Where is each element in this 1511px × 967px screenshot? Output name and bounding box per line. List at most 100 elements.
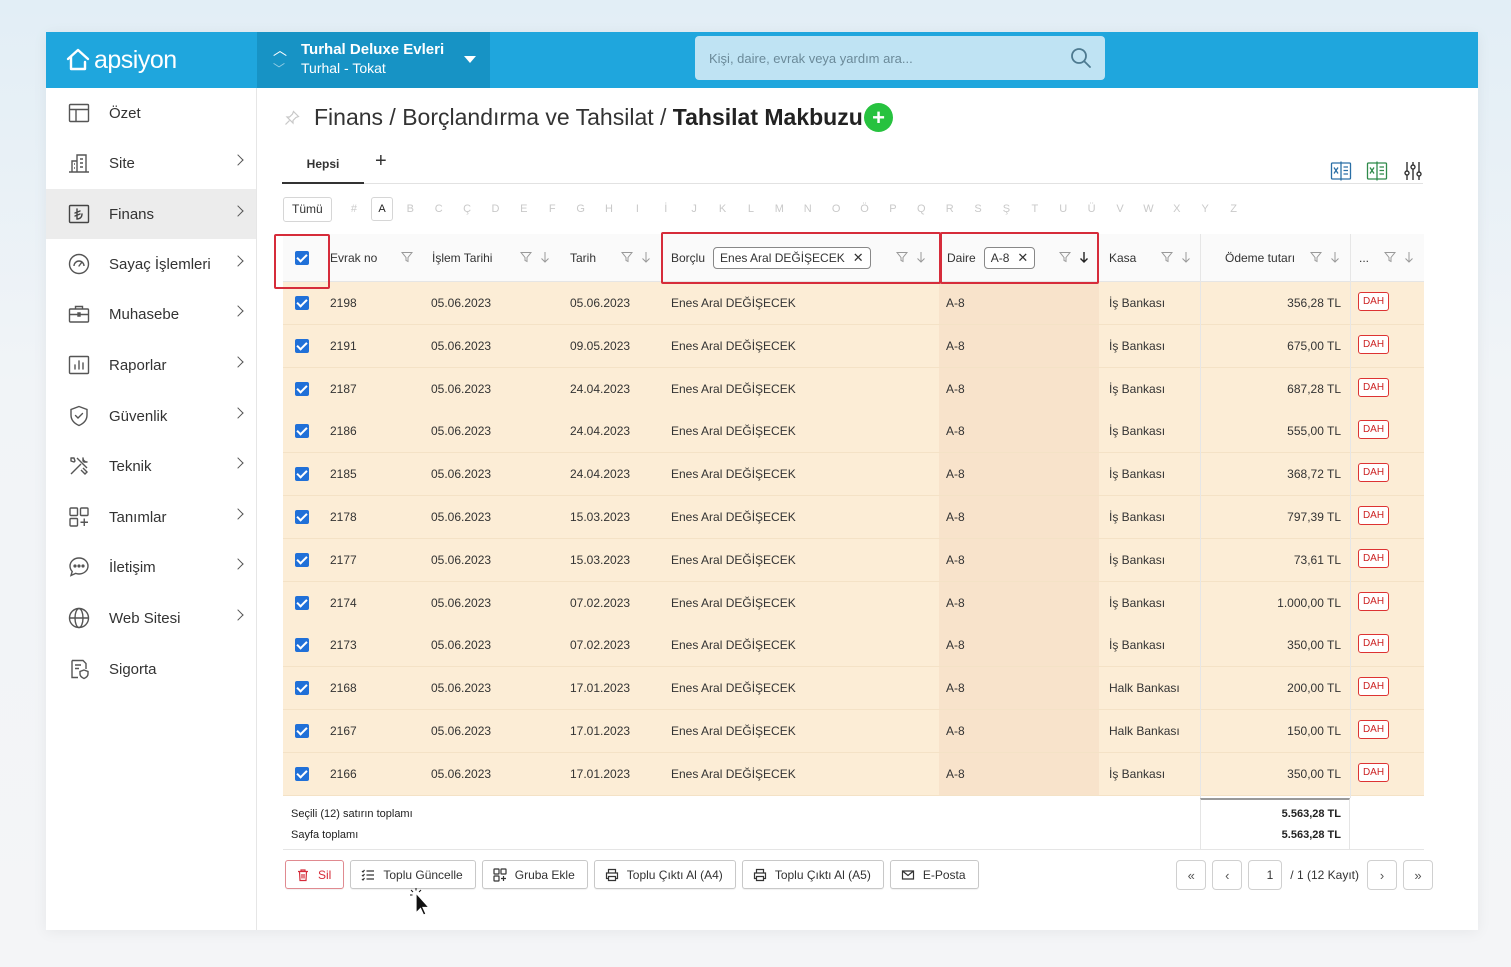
filter-icon[interactable] bbox=[1310, 251, 1322, 263]
filter-icon[interactable] bbox=[401, 251, 413, 263]
sidebar-item-web-sitesi[interactable]: Web Sitesi bbox=[46, 593, 256, 643]
caret-down-icon[interactable] bbox=[464, 56, 476, 63]
bulk-update-button[interactable]: Toplu Güncelle bbox=[350, 860, 476, 889]
sort-arrow-icon[interactable] bbox=[540, 251, 550, 263]
alpha-letter[interactable]: V bbox=[1106, 203, 1134, 215]
excel-import-icon[interactable] bbox=[1330, 160, 1352, 182]
table-row[interactable]: 2186 05.06.2023 24.04.2023 Enes Aral DEĞİŞE… bbox=[283, 410, 1424, 454]
sort-arrow-icon[interactable] bbox=[1181, 251, 1191, 263]
alpha-letter[interactable]: B bbox=[396, 203, 424, 215]
alpha-letter[interactable]: T bbox=[1021, 203, 1049, 215]
alpha-letter[interactable]: S bbox=[964, 203, 992, 215]
dah-badge[interactable]: DAH bbox=[1358, 292, 1389, 311]
table-row[interactable]: 2166 05.06.2023 17.01.2023 Enes Aral DEĞİŞE… bbox=[283, 752, 1424, 796]
dah-badge[interactable]: DAH bbox=[1358, 506, 1389, 525]
dah-badge[interactable]: DAH bbox=[1358, 591, 1389, 611]
alpha-letter[interactable]: U bbox=[1049, 203, 1077, 215]
alpha-letter[interactable]: W bbox=[1134, 203, 1162, 215]
sidebar-item-raporlar[interactable]: Raporlar bbox=[46, 340, 256, 390]
sort-arrow-icon[interactable] bbox=[1404, 251, 1414, 263]
dah-badge[interactable]: DAH bbox=[1358, 677, 1389, 697]
filter-icon[interactable] bbox=[621, 251, 633, 263]
column-settings-icon[interactable] bbox=[1402, 160, 1424, 182]
table-row[interactable]: 2185 05.06.2023 24.04.2023 Enes Aral DEĞİŞE… bbox=[283, 453, 1424, 497]
last-page-button[interactable]: » bbox=[1403, 860, 1433, 890]
alpha-letter[interactable]: F bbox=[538, 203, 566, 215]
sidebar-item-tanimlar[interactable]: Tanımlar bbox=[46, 492, 256, 542]
sidebar-item-sigorta[interactable]: Sigorta bbox=[46, 644, 256, 694]
row-checkbox[interactable] bbox=[295, 296, 309, 310]
dah-badge[interactable]: DAH bbox=[1358, 420, 1389, 440]
alpha-letter[interactable]: Z bbox=[1219, 203, 1247, 215]
add-tab-button[interactable]: + bbox=[375, 150, 387, 173]
row-checkbox[interactable] bbox=[295, 595, 309, 610]
alpha-letter[interactable]: K bbox=[708, 203, 736, 215]
table-row[interactable]: 2173 05.06.2023 07.02.2023 Enes Aral DEĞİŞE… bbox=[283, 624, 1424, 668]
sort-arrow-icon[interactable] bbox=[641, 251, 651, 263]
row-checkbox[interactable] bbox=[295, 724, 309, 738]
first-page-button[interactable]: « bbox=[1176, 860, 1207, 890]
table-row[interactable]: 2191 05.06.2023 09.05.2023 Enes Aral DEĞİŞE… bbox=[283, 324, 1424, 368]
sidebar-item-sayac-islemleri[interactable]: Sayaç İşlemleri bbox=[46, 239, 256, 289]
sidebar-item-finans[interactable]: Finans bbox=[46, 189, 256, 239]
site-switcher[interactable]: ︿ ﹀ Turhal Deluxe Evleri Turhal - Tokat bbox=[257, 32, 490, 88]
delete-button[interactable]: Sil bbox=[285, 860, 345, 889]
bulk-print-a4-button[interactable]: Toplu Çıktı Al (A4) bbox=[593, 860, 736, 889]
dah-badge[interactable]: DAH bbox=[1358, 334, 1389, 354]
sidebar-item-muhasebe[interactable]: Muhasebe bbox=[46, 289, 256, 339]
col-more[interactable]: ... bbox=[1359, 234, 1369, 282]
row-checkbox[interactable] bbox=[295, 510, 309, 524]
sidebar-item-teknik[interactable]: Teknik bbox=[46, 441, 256, 491]
sidebar-item-ozet[interactable]: Özet bbox=[46, 88, 256, 138]
table-row[interactable]: 2167 05.06.2023 17.01.2023 Enes Aral DEĞİŞE… bbox=[283, 710, 1424, 753]
pin-icon[interactable] bbox=[284, 110, 300, 126]
alpha-letter[interactable]: I bbox=[623, 203, 651, 215]
alpha-letter[interactable]: Ş bbox=[992, 203, 1020, 215]
dah-badge[interactable]: DAH bbox=[1358, 377, 1389, 397]
table-row[interactable]: 2187 05.06.2023 24.04.2023 Enes Aral DEĞİŞE… bbox=[283, 367, 1424, 411]
chevron-up-icon[interactable]: ︿ bbox=[273, 40, 287, 60]
sidebar-item-guvenlik[interactable]: Güvenlik bbox=[46, 391, 256, 441]
email-button[interactable]: E-Posta bbox=[889, 860, 979, 889]
row-checkbox[interactable] bbox=[295, 424, 309, 439]
row-checkbox[interactable] bbox=[295, 338, 309, 353]
prev-page-button[interactable]: ‹ bbox=[1212, 860, 1243, 890]
alpha-letter[interactable]: Y bbox=[1191, 203, 1219, 215]
dah-badge[interactable]: DAH bbox=[1358, 634, 1389, 654]
filter-icon[interactable] bbox=[1384, 251, 1396, 263]
alpha-letter[interactable]: D bbox=[481, 203, 509, 215]
search-input[interactable] bbox=[709, 48, 1049, 68]
dah-badge[interactable]: DAH bbox=[1358, 463, 1389, 483]
chevron-down-icon[interactable]: ﹀ bbox=[273, 60, 285, 77]
col-kasa[interactable]: Kasa bbox=[1109, 234, 1136, 282]
tab-hepsi[interactable]: Hepsi bbox=[282, 154, 364, 184]
table-row[interactable]: 2178 05.06.2023 15.03.2023 Enes Aral DEĞİŞE… bbox=[283, 496, 1424, 539]
alpha-letter[interactable]: Q bbox=[907, 203, 935, 215]
alpha-all-button[interactable]: Tümü bbox=[283, 196, 332, 222]
add-receipt-button[interactable]: + bbox=[864, 103, 893, 132]
bulk-print-a5-button[interactable]: Toplu Çıktı Al (A5) bbox=[741, 860, 884, 889]
row-checkbox[interactable] bbox=[295, 467, 309, 482]
next-page-button[interactable]: › bbox=[1367, 860, 1397, 890]
row-checkbox[interactable] bbox=[295, 552, 309, 567]
alpha-letter[interactable]: İ bbox=[652, 203, 680, 215]
col-evrak-no[interactable]: Evrak no bbox=[330, 234, 377, 282]
col-islem-tarihi[interactable]: İşlem Tarihi bbox=[432, 234, 492, 282]
alpha-letter[interactable]: Ö bbox=[850, 203, 878, 215]
table-row[interactable]: 2177 05.06.2023 15.03.2023 Enes Aral DEĞİŞE… bbox=[283, 538, 1424, 582]
sidebar-item-site[interactable]: Site bbox=[46, 138, 256, 188]
row-checkbox[interactable] bbox=[295, 681, 309, 696]
add-to-group-button[interactable]: Gruba Ekle bbox=[481, 860, 588, 889]
row-checkbox[interactable] bbox=[295, 766, 309, 781]
alpha-letter[interactable]: L bbox=[737, 203, 765, 215]
excel-export-icon[interactable] bbox=[1366, 160, 1388, 182]
sidebar-item-iletisim[interactable]: İletişim bbox=[46, 542, 256, 592]
table-row[interactable]: 2168 05.06.2023 17.01.2023 Enes Aral DEĞİŞE… bbox=[283, 667, 1424, 711]
row-checkbox[interactable] bbox=[295, 381, 309, 396]
filter-icon[interactable] bbox=[520, 251, 532, 263]
breadcrumb[interactable]: Finans / Borçlandırma ve Tahsilat / bbox=[314, 104, 673, 130]
alpha-letter[interactable]: J bbox=[680, 203, 708, 215]
alpha-letter-selected[interactable]: A bbox=[371, 197, 394, 221]
alpha-letter[interactable]: R bbox=[936, 203, 964, 215]
table-row[interactable]: 2198 05.06.2023 05.06.2023 Enes Aral DEĞİŞE… bbox=[283, 282, 1424, 325]
